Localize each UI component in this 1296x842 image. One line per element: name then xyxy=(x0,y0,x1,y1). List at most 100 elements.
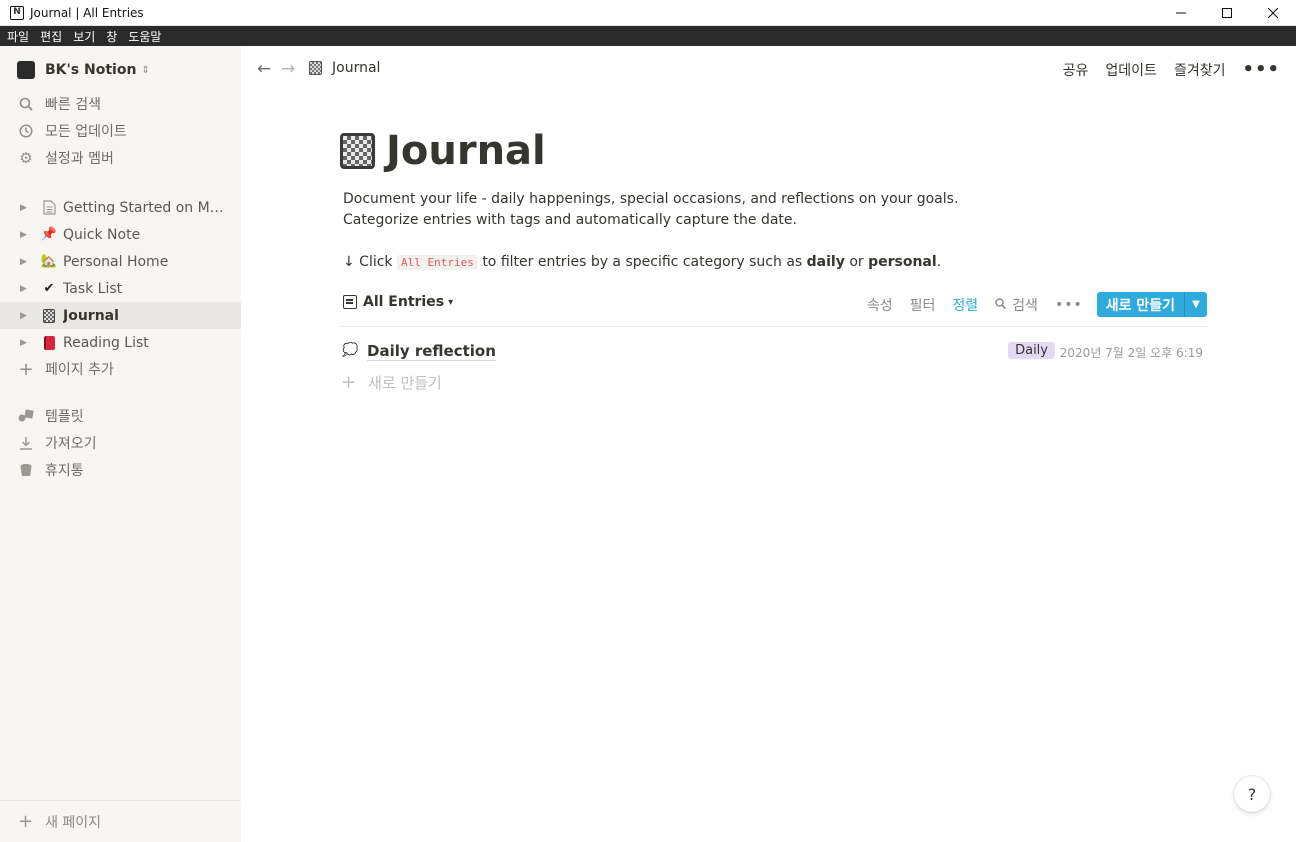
sidebar-item-trash[interactable]: 휴지통 xyxy=(18,459,84,481)
sidebar-page-quick-note[interactable]: ▶ 📌 Quick Note xyxy=(0,221,241,248)
sidebar-page-label: Getting Started on Mob... xyxy=(63,199,228,216)
notion-app-icon: N xyxy=(10,5,24,20)
sidebar-item-templates[interactable]: 템플릿 xyxy=(18,405,84,427)
filter-button[interactable]: 필터 xyxy=(910,295,936,315)
filter-hint[interactable]: ↓ Click All Entries to filter entries by… xyxy=(343,254,941,270)
hint-personal: personal xyxy=(868,254,937,270)
topbar: ← → Journal 공유 업데이트 즐겨찾기 ••• xyxy=(241,46,1296,92)
search-icon xyxy=(995,297,1007,312)
sidebar-item-import[interactable]: 가져오기 xyxy=(18,432,97,454)
sidebar-page-reading-list[interactable]: ▶ Reading List xyxy=(0,329,241,356)
minimize-button[interactable] xyxy=(1158,0,1204,26)
expand-triangle-icon[interactable]: ▶ xyxy=(20,230,30,240)
plus-icon: + xyxy=(18,358,34,380)
help-button[interactable]: ? xyxy=(1234,776,1270,812)
sidebar-item-settings[interactable]: ⚙ 설정과 멤버 xyxy=(18,147,114,169)
forward-arrow-icon[interactable]: → xyxy=(281,59,295,79)
sidebar-page-getting-started[interactable]: ▶ Getting Started on Mob... xyxy=(0,194,241,221)
hint-prefix: ↓ Click xyxy=(343,254,393,270)
workspace-avatar xyxy=(17,61,35,79)
sidebar-item-quick-search[interactable]: 빠른 검색 xyxy=(18,93,101,115)
add-row-label: 새로 만들기 xyxy=(368,374,442,392)
new-page-button[interactable]: + 새 페이지 xyxy=(0,800,241,842)
window-titlebar: N Journal | All Entries xyxy=(0,0,1296,26)
expand-triangle-icon[interactable]: ▶ xyxy=(20,203,30,213)
new-page-label: 새 페이지 xyxy=(45,814,102,831)
close-icon xyxy=(1268,8,1278,18)
clock-icon xyxy=(18,123,34,139)
sidebar-page-journal[interactable]: ▶ Journal xyxy=(0,302,241,329)
expand-triangle-icon[interactable]: ▶ xyxy=(20,338,30,348)
chevron-down-icon[interactable]: ▼ xyxy=(1184,292,1207,317)
notebook-icon[interactable] xyxy=(340,133,375,169)
sidebar-page-task-list[interactable]: ▶ ✔ Task List xyxy=(0,275,241,302)
tag-badge: Daily xyxy=(1008,342,1055,359)
menu-edit[interactable]: 편집 xyxy=(33,28,66,45)
menu-help[interactable]: 도움말 xyxy=(121,28,165,45)
house-icon: 🏡 xyxy=(40,254,58,269)
add-row-button[interactable]: + 새로 만들기 xyxy=(341,372,442,393)
properties-button[interactable]: 속성 xyxy=(867,295,893,315)
download-icon xyxy=(18,435,34,451)
breadcrumb-label: Journal xyxy=(332,60,381,76)
chevron-down-icon: ▾ xyxy=(448,296,454,308)
add-page-button[interactable]: + 페이지 추가 xyxy=(18,358,114,380)
new-entry-label[interactable]: 새로 만들기 xyxy=(1096,292,1184,317)
menu-window[interactable]: 창 xyxy=(99,28,121,45)
speech-bubble-icon: 💭 xyxy=(342,343,359,358)
more-options-icon[interactable]: ••• xyxy=(1055,297,1083,313)
hint-or: or xyxy=(849,254,864,270)
sidebar-item-all-updates[interactable]: 모든 업데이트 xyxy=(18,120,127,142)
plus-icon: + xyxy=(341,372,357,393)
share-button[interactable]: 공유 xyxy=(1063,60,1089,80)
notebook-icon xyxy=(40,308,58,323)
window-controls xyxy=(1158,0,1296,26)
maximize-button[interactable] xyxy=(1204,0,1250,26)
row-date: 2020년 7월 2일 오후 6:19 xyxy=(1059,346,1203,360)
expand-triangle-icon[interactable]: ▶ xyxy=(20,257,30,267)
description-line[interactable]: Categorize entries with tags and automat… xyxy=(343,212,797,228)
menu-view[interactable]: 보기 xyxy=(66,28,99,45)
notebook-icon xyxy=(309,61,322,75)
expand-triangle-icon[interactable]: ▶ xyxy=(20,311,30,321)
divider xyxy=(339,326,1207,327)
description-line[interactable]: Document your life - daily happenings, s… xyxy=(343,191,958,207)
sidebar-page-personal-home[interactable]: ▶ 🏡 Personal Home xyxy=(0,248,241,275)
more-options-icon[interactable]: ••• xyxy=(1242,59,1280,80)
shapes-icon xyxy=(18,408,34,424)
view-switcher[interactable]: All Entries ▾ xyxy=(343,294,453,310)
row-title[interactable]: Daily reflection xyxy=(367,342,496,361)
trash-icon xyxy=(18,462,34,478)
add-page-label: 페이지 추가 xyxy=(45,362,114,378)
pushpin-icon: 📌 xyxy=(40,227,58,242)
search-icon xyxy=(18,96,34,112)
sidebar-page-label: Journal xyxy=(63,307,119,324)
close-button[interactable] xyxy=(1250,0,1296,26)
workspace-switcher[interactable]: BK's Notion ⇕ xyxy=(17,61,150,79)
search-label: 검색 xyxy=(1012,297,1038,314)
top-actions: 공유 업데이트 즐겨찾기 ••• xyxy=(1046,59,1280,80)
hint-daily: daily xyxy=(806,254,845,270)
menu-file[interactable]: 파일 xyxy=(0,28,33,45)
sort-button[interactable]: 정렬 xyxy=(952,295,978,315)
database-tools: 속성 필터 정렬 검색 ••• 새로 만들기 ▼ xyxy=(850,292,1207,317)
sidebar-page-label: Reading List xyxy=(63,334,149,351)
book-icon xyxy=(40,335,58,350)
search-button[interactable]: 검색 xyxy=(995,295,1038,315)
page-title[interactable]: Journal xyxy=(386,128,546,174)
expand-triangle-icon[interactable]: ▶ xyxy=(20,284,30,294)
breadcrumb[interactable]: Journal xyxy=(309,60,380,76)
hint-text: to filter entries by a specific category… xyxy=(482,254,803,270)
sidebar-item-label: 템플릿 xyxy=(45,409,84,425)
sidebar-page-label: Task List xyxy=(63,280,123,297)
menubar: 파일 편집 보기 창 도움말 xyxy=(0,26,1296,46)
inline-code: All Entries xyxy=(397,255,478,270)
sidebar-page-label: Personal Home xyxy=(63,253,169,270)
new-entry-button[interactable]: 새로 만들기 ▼ xyxy=(1096,292,1207,317)
updates-button[interactable]: 업데이트 xyxy=(1105,60,1157,80)
sidebar-item-label: 휴지통 xyxy=(45,463,84,479)
table-row[interactable]: 💭 Daily reflection Daily 2020년 7월 2일 오후 … xyxy=(339,339,1207,365)
sidebar: BK's Notion ⇕ 빠른 검색 모든 업데이트 ⚙ 설정과 멤버 ▶ G… xyxy=(0,46,241,842)
favorite-button[interactable]: 즐겨찾기 xyxy=(1174,60,1226,80)
back-arrow-icon[interactable]: ← xyxy=(257,59,271,79)
